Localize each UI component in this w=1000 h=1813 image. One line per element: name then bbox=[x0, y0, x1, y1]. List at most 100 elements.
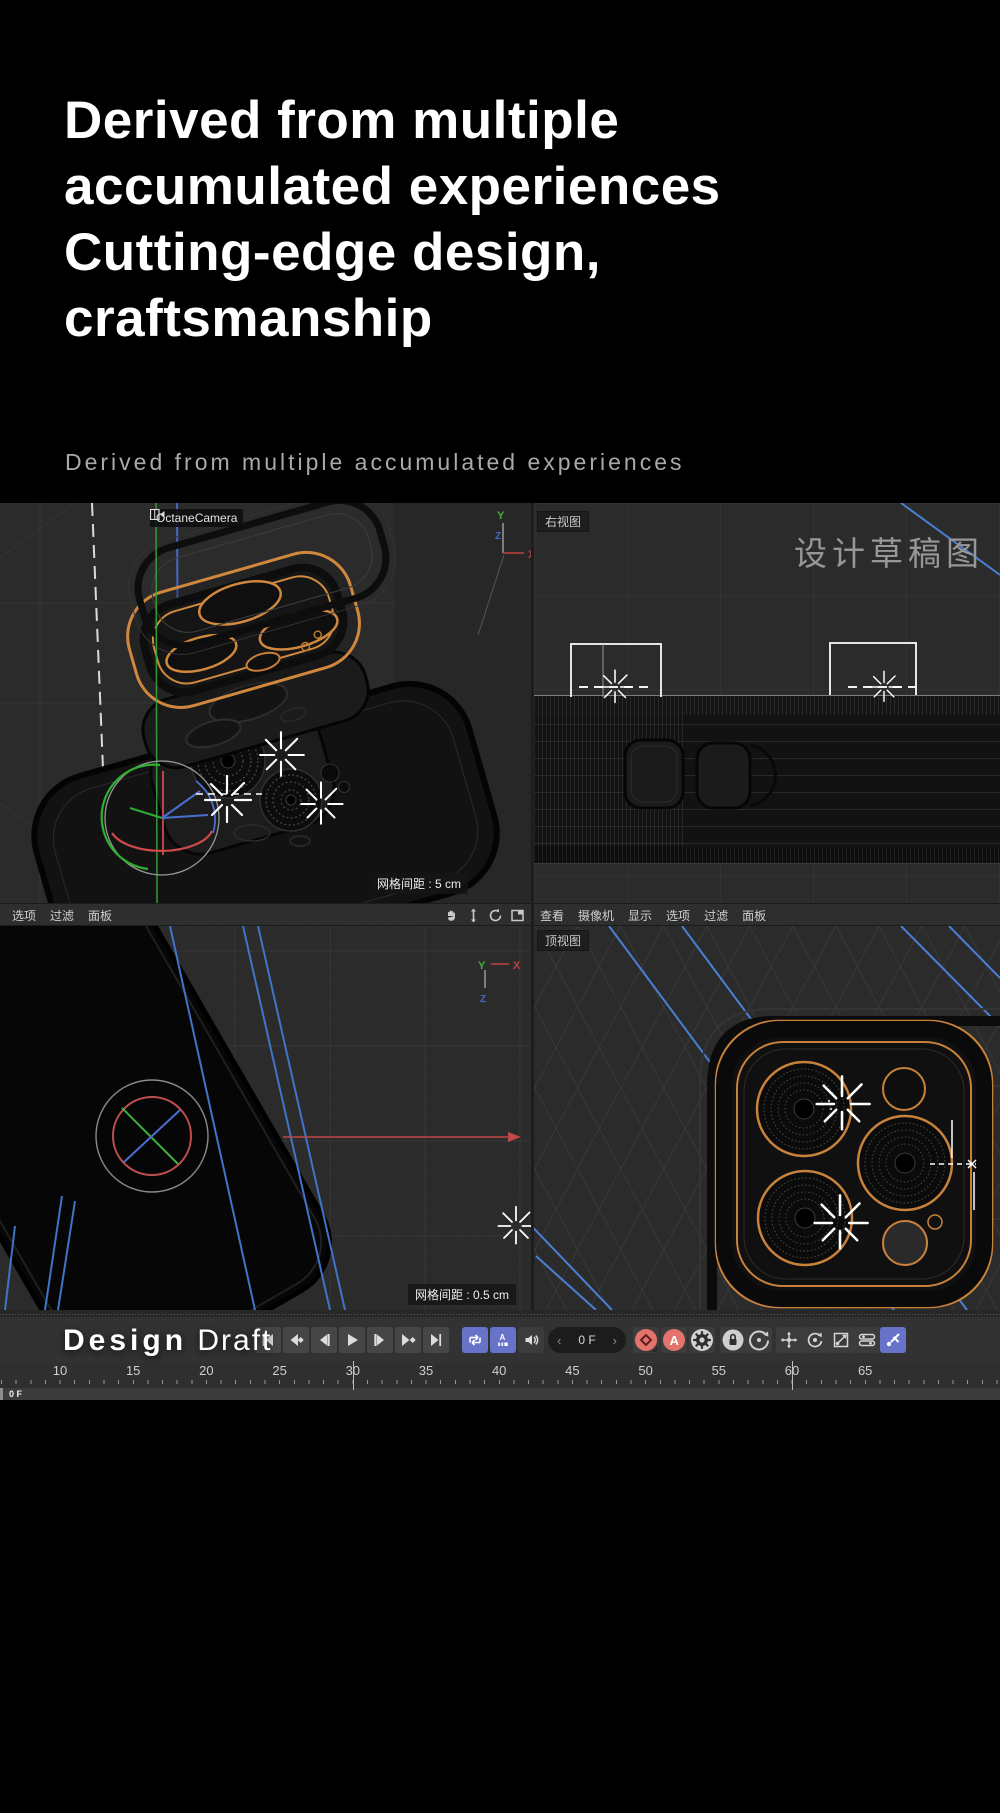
keyframe-strip[interactable] bbox=[0, 1310, 1000, 1317]
watermark: 设计草稿图 bbox=[794, 527, 984, 575]
axis-label-y: Y bbox=[478, 960, 486, 972]
design-draft-title: Design Draft bbox=[63, 1324, 272, 1358]
record-position-button[interactable] bbox=[776, 1327, 802, 1353]
sound-button[interactable] bbox=[518, 1327, 544, 1353]
camera-icon bbox=[150, 509, 165, 520]
ruler-number: 20 bbox=[191, 1363, 221, 1378]
grid-spacing-label: 网格间距 : 0.5 cm bbox=[408, 1284, 516, 1305]
record-parameter-button[interactable] bbox=[854, 1327, 880, 1353]
rotate-view-icon[interactable] bbox=[488, 908, 503, 923]
play-button[interactable] bbox=[339, 1327, 365, 1353]
grid-spacing-label: 网格间距 : 5 cm bbox=[370, 873, 468, 894]
record-rotation-ring-button[interactable] bbox=[746, 1327, 772, 1353]
ruler-number: 35 bbox=[411, 1363, 441, 1378]
loop-playback-button[interactable] bbox=[462, 1327, 488, 1353]
axis-target-gizmo[interactable] bbox=[96, 1080, 208, 1192]
major-tick bbox=[353, 1361, 354, 1390]
page: Derived from multiple accumulated experi… bbox=[0, 0, 1000, 1813]
page-title: Derived from multiple accumulated experi… bbox=[64, 88, 721, 352]
menu-camera[interactable]: 摄像机 bbox=[578, 907, 614, 924]
ruler-number: 40 bbox=[484, 1363, 514, 1378]
ruler-number: 10 bbox=[45, 1363, 75, 1378]
right-viewport-menu: 查看 摄像机 显示 选项 过滤 面板 bbox=[540, 906, 766, 925]
svg-text:A: A bbox=[500, 1333, 506, 1342]
record-keyframe-button[interactable] bbox=[633, 1327, 659, 1353]
pan-hand-icon[interactable] bbox=[444, 908, 459, 923]
previous-frame-button[interactable] bbox=[311, 1327, 337, 1353]
lidar-sensor bbox=[883, 1221, 927, 1265]
frame-bar-tick bbox=[0, 1388, 3, 1400]
axis-label-x: X bbox=[513, 960, 521, 972]
perspective-canvas: Y Z X bbox=[0, 503, 531, 903]
record-rotation-button[interactable] bbox=[802, 1327, 828, 1353]
autokeying-button[interactable]: A bbox=[661, 1327, 687, 1353]
view-label-right[interactable]: 右视图 bbox=[537, 511, 589, 532]
c4d-workspace: Y Z X OctaneCamera 网格间距 : 5 cm bbox=[0, 503, 1000, 1400]
ruler-number: 25 bbox=[265, 1363, 295, 1378]
timeline: Design Draft bbox=[0, 1310, 1000, 1400]
previous-key-button[interactable] bbox=[283, 1327, 309, 1353]
front-view-canvas: Y X Z bbox=[0, 926, 531, 1310]
menu-filter[interactable]: 过滤 bbox=[50, 907, 74, 924]
frame-value: 0 F bbox=[578, 1333, 595, 1347]
octane-camera-label[interactable]: OctaneCamera bbox=[150, 509, 243, 527]
microphone bbox=[928, 1215, 942, 1229]
viewport-nav-icons bbox=[444, 908, 525, 923]
menu-panel[interactable]: 面板 bbox=[742, 907, 766, 924]
frame-increment[interactable]: › bbox=[613, 1333, 617, 1348]
viewport-menubar: 选项 过滤 面板 bbox=[0, 903, 1000, 926]
title-line-4: craftsmanship bbox=[64, 286, 721, 352]
viewport-front[interactable]: Y X Z 网格间距 : 0.5 cm bbox=[0, 926, 531, 1310]
current-frame-field[interactable]: ‹ 0 F › bbox=[548, 1327, 626, 1353]
top-view-canvas bbox=[534, 926, 1000, 1310]
title-bold: Design bbox=[63, 1324, 187, 1357]
camera-lens-2 bbox=[260, 769, 322, 831]
flash bbox=[883, 1068, 925, 1110]
ruler-number: 15 bbox=[118, 1363, 148, 1378]
viewport-divider bbox=[531, 503, 534, 1310]
menu-options[interactable]: 选项 bbox=[666, 907, 690, 924]
axis-label-y: Y bbox=[497, 510, 505, 522]
goto-end-button[interactable] bbox=[423, 1327, 449, 1353]
frame-bar-label: 0 F bbox=[9, 1388, 22, 1400]
menu-options[interactable]: 选项 bbox=[12, 907, 36, 924]
point-level-animation-button[interactable] bbox=[880, 1327, 906, 1353]
left-viewport-menu: 选项 过滤 面板 bbox=[12, 906, 112, 925]
title-line-3: Cutting-edge design, bbox=[64, 220, 721, 286]
green-axis-line bbox=[156, 503, 157, 903]
ruler-number: 65 bbox=[850, 1363, 880, 1378]
axis-label-z: Z bbox=[495, 531, 501, 542]
timeline-ticks[interactable] bbox=[0, 1378, 1000, 1388]
menu-filter[interactable]: 过滤 bbox=[704, 907, 728, 924]
title-line-1: Derived from multiple bbox=[64, 88, 721, 154]
menu-display[interactable]: 显示 bbox=[628, 907, 652, 924]
major-tick bbox=[792, 1361, 793, 1390]
keyframe-selection-button[interactable] bbox=[720, 1327, 746, 1353]
next-key-button[interactable] bbox=[395, 1327, 421, 1353]
title-regular: Draft bbox=[197, 1324, 272, 1357]
svg-text:A: A bbox=[670, 1333, 680, 1348]
lens-2 bbox=[758, 1171, 852, 1265]
frame-decrement[interactable]: ‹ bbox=[557, 1333, 561, 1348]
view-label-top[interactable]: 顶视图 bbox=[537, 930, 589, 951]
timeline-frame-bar[interactable]: 0 F bbox=[0, 1388, 1000, 1400]
menu-panel[interactable]: 面板 bbox=[88, 907, 112, 924]
next-frame-button[interactable] bbox=[367, 1327, 393, 1353]
viewport-perspective[interactable]: Y Z X OctaneCamera 网格间距 : 5 cm bbox=[0, 503, 531, 903]
menu-view[interactable]: 查看 bbox=[540, 907, 564, 924]
viewport-right[interactable]: 右视图 设计草稿图 bbox=[534, 503, 1000, 903]
record-scale-button[interactable] bbox=[828, 1327, 854, 1353]
camera-label-text: OctaneCamera bbox=[156, 511, 237, 525]
ruler-number: 50 bbox=[631, 1363, 661, 1378]
title-line-2: accumulated experiences bbox=[64, 154, 721, 220]
ruler-number: 45 bbox=[557, 1363, 587, 1378]
viewport-top[interactable]: 顶视图 bbox=[534, 926, 1000, 1310]
axis-label-z: Z bbox=[480, 994, 486, 1005]
maximize-viewport-icon[interactable] bbox=[510, 908, 525, 923]
keyframe-settings-button[interactable] bbox=[689, 1327, 715, 1353]
subtitle: Derived from multiple accumulated experi… bbox=[65, 449, 685, 476]
zoom-icon[interactable] bbox=[466, 908, 481, 923]
autokey-range-button[interactable]: A bbox=[490, 1327, 516, 1353]
ruler-number: 55 bbox=[704, 1363, 734, 1378]
timeline-ruler-numbers[interactable]: 101520253035404550556065 bbox=[0, 1363, 1000, 1378]
